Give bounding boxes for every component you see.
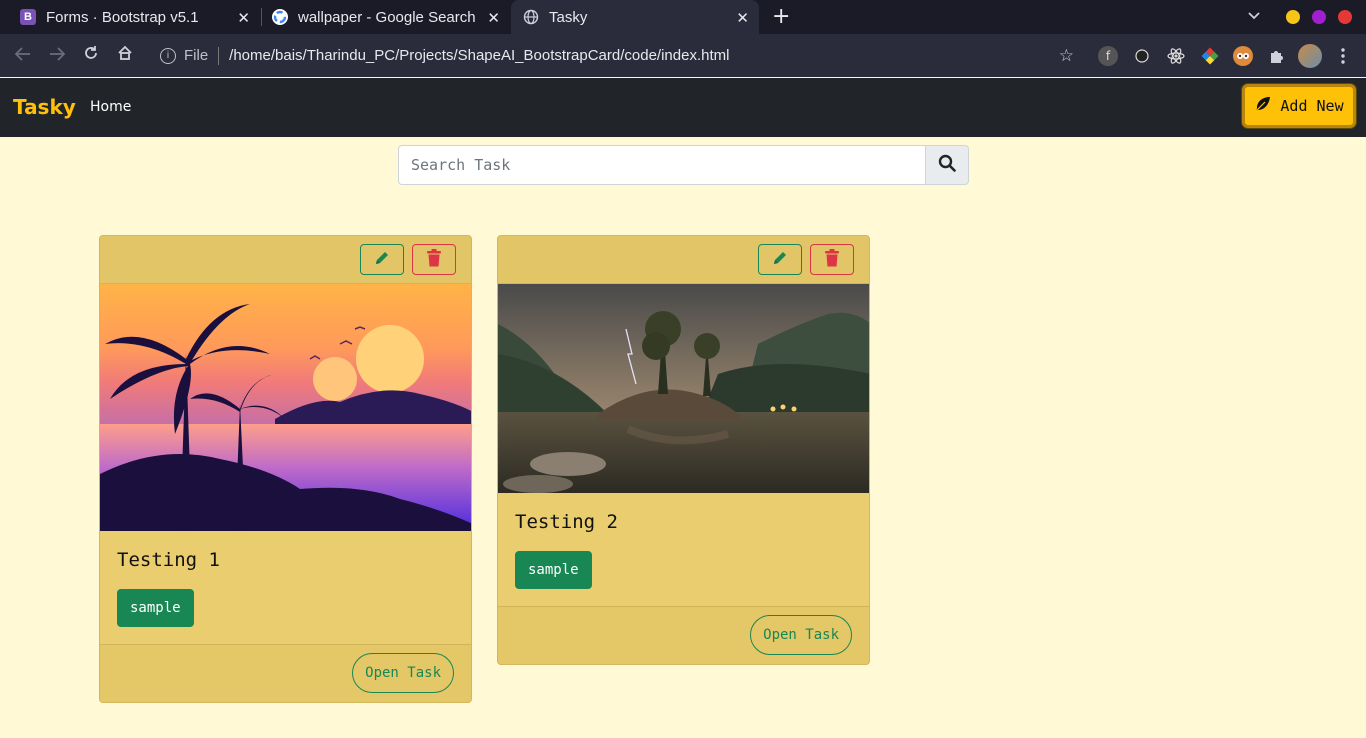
browser-tab-tasky[interactable]: Tasky ✕ xyxy=(511,0,759,34)
trash-icon xyxy=(426,248,442,271)
card-body: Testing 2 sample xyxy=(498,493,869,606)
nav-link-home[interactable]: Home xyxy=(90,99,131,115)
tab-search-chevron-icon[interactable] xyxy=(1248,9,1260,24)
address-bar[interactable]: i File /home/bais/Tharindu_PC/Projects/S… xyxy=(150,40,1080,71)
card-footer: Open Task xyxy=(100,644,471,702)
profile-avatar[interactable] xyxy=(1298,44,1322,68)
task-tag-badge: sample xyxy=(515,551,592,589)
reload-icon[interactable] xyxy=(74,45,108,66)
card-header xyxy=(498,236,869,284)
close-tab-icon[interactable]: ✕ xyxy=(736,9,749,27)
globe-icon xyxy=(523,9,539,25)
feather-icon xyxy=(1254,95,1272,117)
window-controls xyxy=(1248,9,1352,24)
maximize-button[interactable] xyxy=(1312,9,1326,24)
scheme-label: File xyxy=(184,47,209,64)
edit-button[interactable] xyxy=(360,244,404,275)
app-navbar: Tasky Home Add New xyxy=(0,78,1366,137)
close-tab-icon[interactable]: ✕ xyxy=(487,9,500,27)
bookmark-star-icon[interactable]: ☆ xyxy=(1059,46,1074,66)
browser-tab-bootstrap[interactable]: B Forms · Bootstrap v5.1 ✕ xyxy=(10,0,260,34)
minimize-button[interactable] xyxy=(1286,9,1300,24)
tab-title: Forms · Bootstrap v5.1 xyxy=(46,8,199,26)
back-icon[interactable] xyxy=(6,45,40,66)
search-input[interactable] xyxy=(398,145,925,185)
search-icon xyxy=(938,154,956,176)
card-footer: Open Task xyxy=(498,606,869,664)
close-tab-icon[interactable]: ✕ xyxy=(237,9,250,27)
bootstrap-icon: B xyxy=(20,9,36,25)
close-window-button[interactable] xyxy=(1338,9,1352,24)
browser-toolbar: i File /home/bais/Tharindu_PC/Projects/S… xyxy=(0,34,1366,77)
add-new-button[interactable]: Add New xyxy=(1242,84,1356,128)
google-icon xyxy=(272,9,288,25)
delete-button[interactable] xyxy=(810,244,854,275)
extensions-puzzle-icon[interactable] xyxy=(1266,46,1286,66)
edit-button[interactable] xyxy=(758,244,802,275)
pencil-icon xyxy=(771,249,789,271)
owl-extension-icon[interactable] xyxy=(1233,46,1253,66)
tab-title: wallpaper - Google Search xyxy=(298,8,476,26)
card-image xyxy=(498,284,869,493)
card-title: Testing 1 xyxy=(117,549,220,571)
task-card: Testing 2 sample Open Task xyxy=(497,235,870,665)
color-picker-extension-icon[interactable] xyxy=(1200,46,1220,66)
home-icon[interactable] xyxy=(108,45,142,66)
brand-logo[interactable]: Tasky xyxy=(13,95,76,119)
card-title: Testing 2 xyxy=(515,511,618,533)
browser-tab-strip: B Forms · Bootstrap v5.1 ✕ wallpaper - G… xyxy=(0,0,1366,34)
card-image xyxy=(100,284,471,531)
address-divider xyxy=(218,46,220,65)
forward-icon[interactable] xyxy=(40,45,74,66)
task-tag-badge: sample xyxy=(117,589,194,627)
pencil-icon xyxy=(373,249,391,271)
url-text: /home/bais/Tharindu_PC/Projects/ShapeAI_… xyxy=(229,47,730,64)
new-tab-button[interactable]: + xyxy=(772,4,790,29)
search-button[interactable] xyxy=(925,145,969,185)
trash-icon xyxy=(824,248,840,271)
kebab-menu-icon[interactable] xyxy=(1333,46,1353,66)
fedora-extension-icon[interactable]: f xyxy=(1098,46,1118,66)
open-task-button[interactable]: Open Task xyxy=(352,653,454,693)
delete-button[interactable] xyxy=(412,244,456,275)
add-new-label: Add New xyxy=(1280,97,1344,115)
tab-title: Tasky xyxy=(549,8,588,26)
task-card: Testing 1 sample Open Task xyxy=(99,235,472,703)
search-group xyxy=(398,145,969,185)
ghost-extension-icon[interactable] xyxy=(1132,46,1152,66)
open-task-button[interactable]: Open Task xyxy=(750,615,852,655)
browser-tab-google[interactable]: wallpaper - Google Search ✕ xyxy=(262,0,510,34)
card-body: Testing 1 sample xyxy=(100,531,471,644)
card-header xyxy=(100,236,471,284)
site-info-icon[interactable]: i xyxy=(160,47,176,64)
react-extension-icon[interactable] xyxy=(1166,46,1186,66)
